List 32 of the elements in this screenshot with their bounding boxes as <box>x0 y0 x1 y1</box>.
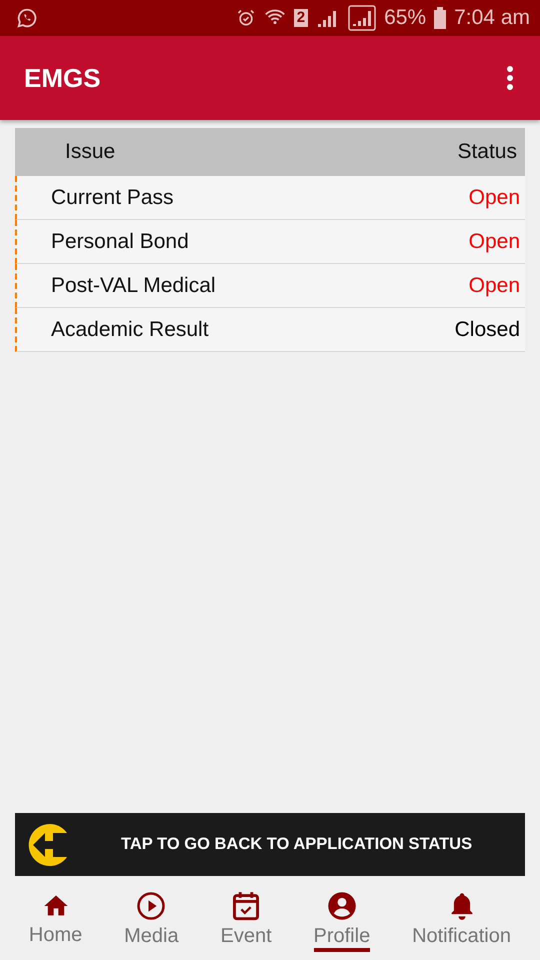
more-options-icon[interactable] <box>506 65 514 91</box>
nav-tab[interactable]: Profile <box>314 884 370 952</box>
sim-indicator: 2 <box>294 9 308 27</box>
nav-tab[interactable]: Home <box>28 886 82 950</box>
issue-name: Post-VAL Medical <box>51 274 216 298</box>
issue-name: Personal Bond <box>51 230 189 254</box>
issue-status: Open <box>468 230 520 254</box>
back-banner[interactable]: TAP TO GO BACK TO APPLICATION STATUS <box>15 813 525 876</box>
issue-status: Open <box>468 274 520 298</box>
column-header: Issue <box>65 140 116 164</box>
table-row[interactable]: Post-VAL Medical Open <box>15 264 525 308</box>
issue-name: Current Pass <box>51 186 174 210</box>
table-row[interactable]: Personal Bond Open <box>15 220 525 264</box>
table-row[interactable]: Current Pass Open <box>15 176 525 220</box>
nav-tab[interactable]: Notification <box>412 884 511 952</box>
signal-icon <box>348 5 376 31</box>
issue-status: Open <box>468 186 520 210</box>
issue-name: Academic Result <box>51 318 209 342</box>
column-header: Status <box>457 140 517 164</box>
clock: 7:04 am <box>454 6 530 30</box>
calendar-icon <box>232 890 260 920</box>
play-icon <box>136 890 166 920</box>
nav-tab[interactable]: Media <box>124 884 179 952</box>
battery-icon <box>434 7 446 29</box>
table-row[interactable]: Academic Result Closed <box>15 308 525 352</box>
issue-status: Closed <box>454 318 520 342</box>
nav-tab[interactable]: Event <box>220 884 272 952</box>
chat-icon <box>16 7 38 29</box>
profile-icon <box>326 890 357 920</box>
app-title: EMGS <box>24 62 101 94</box>
battery-percent: 65% <box>384 6 426 30</box>
alarm-icon <box>236 8 256 28</box>
